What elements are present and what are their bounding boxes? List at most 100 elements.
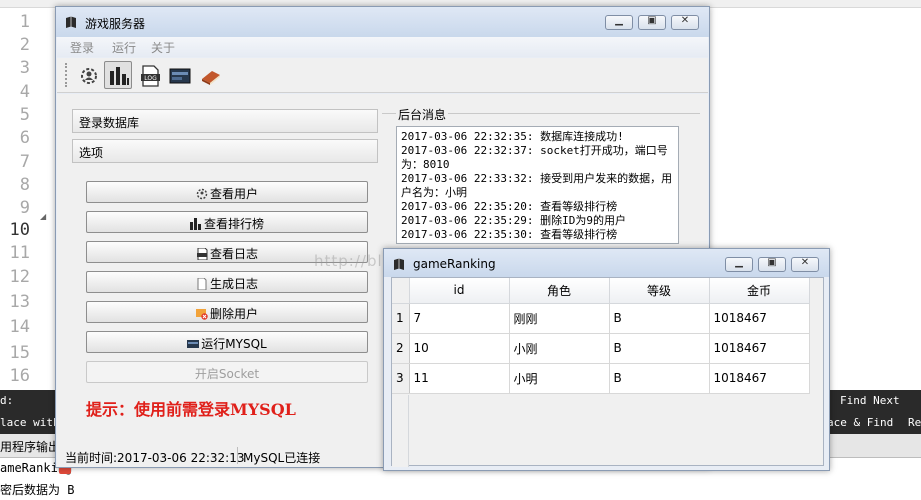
cell-role[interactable]: 刚刚 [509,303,610,334]
minimize-button[interactable]: ▁ [725,257,753,272]
view-log-tool[interactable]: LOG [135,61,163,89]
app-book-icon [394,258,404,270]
menu-login[interactable]: 登录 [70,39,94,56]
button-label: 生成日志 [209,277,258,291]
log-line: 2017-03-06 22:35:20: 查看等级排行榜 [401,200,618,213]
view-ranking-tool[interactable] [104,61,132,89]
ranking-table: id 角色 等级 金币 1 7 刚刚 B 1018467 2 10 小刚 B 1… [392,278,810,394]
line-number: 9 [19,198,30,218]
close-button[interactable]: ✕ [671,15,699,30]
tab-label: 选项 [79,146,104,160]
log-line: 2017-03-06 22:32:37: socket打开成功，端口号 [401,144,668,157]
delete-user-button[interactable]: 删除用户 [86,301,368,323]
run-mysql-button[interactable]: 运行MYSQL [86,331,368,353]
status-divider [237,447,238,464]
row-header[interactable]: 1 [392,303,410,334]
server-log-box[interactable]: 2017-03-06 22:32:35: 数据库连接成功! 2017-03-06… [396,126,679,244]
generate-log-button[interactable]: 生成日志 [86,271,368,293]
cell-level[interactable]: B [609,333,710,364]
view-users-tool[interactable] [74,61,102,89]
close-button[interactable]: ✕ [791,257,819,272]
minimize-icon: ▁ [735,257,743,268]
column-header-role[interactable]: 角色 [509,278,610,304]
log-line: 2017-03-06 22:33:32: 接受到用户发来的数据，用 [401,172,673,185]
line-number: 3 [19,58,30,78]
line-number: 11 [9,243,30,263]
find-next-button[interactable]: Find Next [840,394,900,407]
line-number: 10 [9,220,30,240]
tab-login-database[interactable]: 登录数据库 [72,109,378,133]
button-label: 查看日志 [209,247,258,261]
line-number: 4 [19,82,30,102]
replace-all-button[interactable]: Re [908,416,921,429]
mysql-run-icon [169,68,191,84]
replace-label: lace with [0,416,60,429]
svg-text:LOG: LOG [144,75,157,82]
table-row[interactable]: 2 10 小刚 B 1018467 [392,333,810,364]
ranking-table-view[interactable]: id 角色 等级 金币 1 7 刚刚 B 1018467 2 10 小刚 B 1… [391,277,824,467]
cell-level[interactable]: B [609,363,710,394]
cell-id[interactable]: 11 [409,363,510,394]
app-book-icon [66,16,76,28]
line-number: 8 [19,175,30,195]
line-number: 2 [19,35,30,55]
find-label: d: [0,394,14,407]
log-line: 户名为：小明 [401,186,467,199]
table-row[interactable]: 3 11 小明 B 1018467 [392,363,810,394]
run-mysql-tool[interactable] [165,61,193,89]
column-header-coins[interactable]: 金币 [709,278,810,304]
cell-id[interactable]: 10 [409,333,510,364]
title-bar[interactable]: 游戏服务器 ▁ ▣ ✕ [56,7,709,37]
maximize-button[interactable]: ▣ [638,15,666,30]
fold-arrow-icon[interactable]: ◢ [40,212,46,221]
view-users-button[interactable]: 查看用户 [86,181,368,203]
menu-about[interactable]: 关于 [151,39,175,56]
view-ranking-button[interactable]: 查看排行榜 [86,211,368,233]
maximize-icon: ▣ [647,15,657,26]
cell-id[interactable]: 7 [409,303,510,334]
cell-coins[interactable]: 1018467 [709,363,810,394]
row-header[interactable]: 2 [392,333,410,364]
title-bar[interactable]: gameRanking ▁ ▣ ✕ [384,249,829,277]
current-time-status: 当前时间:2017-03-06 22:32:13 [65,451,245,465]
output-panel-title: 用程序输出 [0,440,61,454]
cell-coins[interactable]: 1018467 [709,303,810,334]
line-number: 16 [9,366,30,386]
log-lines: 2017-03-06 22:32:35: 数据库连接成功! 2017-03-06… [397,130,672,242]
start-socket-button[interactable]: 开启Socket [86,361,368,383]
output-line: 密后数据为 B [0,483,75,497]
book-icon [202,71,220,85]
window-title: gameRanking [413,257,496,271]
tab-options[interactable]: 选项 [72,139,378,163]
bar-chart-icon [110,67,129,85]
about-tool[interactable] [196,61,224,89]
table-row[interactable]: 1 7 刚刚 B 1018467 [392,303,810,334]
log-line: 2017-03-06 22:32:35: 数据库连接成功! [401,130,624,143]
column-header-level[interactable]: 等级 [609,278,710,304]
column-header-id[interactable]: id [409,278,510,304]
button-label: 查看用户 [209,187,258,201]
maximize-button[interactable]: ▣ [758,257,786,272]
minimize-icon: ▁ [615,15,623,26]
line-number: 1 [19,12,30,32]
menu-run[interactable]: 运行 [112,39,136,56]
cell-level[interactable]: B [609,303,710,334]
mysql-status: MySQL已连接 [243,451,321,465]
line-number-gutter: 1 2 3 4 5 6 7 8 9 10 11 12 13 14 15 16 ◢ [0,8,52,390]
row-header[interactable]: 3 [392,363,410,394]
cell-role[interactable]: 小刚 [509,333,610,364]
button-label: 删除用户 [209,307,258,321]
replace-and-find-button[interactable]: ace & Find [827,416,893,429]
window-title: 游戏服务器 [85,17,146,31]
log-line: 2017-03-06 22:35:30: 查看等级排行榜 [401,228,618,241]
table-corner[interactable] [392,278,410,304]
gear-person-icon [196,188,208,200]
cell-coins[interactable]: 1018467 [709,333,810,364]
button-label: 查看排行榜 [203,217,264,231]
gear-person-icon [81,68,97,84]
usage-hint: 提示：使用前需登录MYSQL [86,400,296,419]
button-label: 开启Socket [194,367,260,381]
minimize-button[interactable]: ▁ [605,15,633,30]
cell-role[interactable]: 小明 [509,363,610,394]
toolbar-grip[interactable] [65,63,68,87]
